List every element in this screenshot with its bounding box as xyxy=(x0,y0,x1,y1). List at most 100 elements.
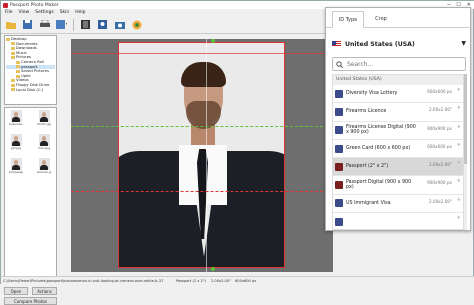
folder-icon xyxy=(11,46,15,50)
eye-guide-line[interactable] xyxy=(71,126,333,127)
document-type-item[interactable]: Diversity Visa Lottery 600x600 px ★ xyxy=(333,85,463,104)
photo-sheet-icon[interactable] xyxy=(97,19,108,30)
favorite-star-icon[interactable]: ★ xyxy=(457,215,461,221)
document-name: Diversity Visa Lottery xyxy=(346,90,398,96)
thumbnail-image xyxy=(38,134,50,146)
document-size: 600x600 px xyxy=(427,143,452,149)
thumbnail-caption: business.jpg xyxy=(9,122,23,126)
photo-thumbnail[interactable]: man.jpg xyxy=(37,134,51,154)
search-input[interactable] xyxy=(347,60,457,68)
menu-item-skin[interactable]: Skin xyxy=(60,10,70,15)
menu-item-settings[interactable]: Settings xyxy=(35,10,53,15)
scrollbar-thumb[interactable] xyxy=(464,74,467,164)
center-guide-line xyxy=(206,39,207,272)
document-size: 900x900 px xyxy=(427,125,452,131)
bottom-guide-handle[interactable] xyxy=(211,267,215,271)
minimize-icon[interactable]: ─ xyxy=(447,2,450,8)
close-icon[interactable]: ✕ xyxy=(467,2,471,8)
list-scrollbar[interactable] xyxy=(464,74,467,230)
plane-icon xyxy=(335,199,343,208)
document-type-item[interactable]: Firearms Licence 2.00x2.00" ★ xyxy=(333,103,463,122)
photo-thumbnail[interactable]: girl.jpg xyxy=(9,134,23,154)
window-title: Passport Photo Maker xyxy=(10,2,59,8)
favorite-star-icon[interactable]: ★ xyxy=(457,160,461,166)
search-icon xyxy=(336,60,343,68)
photo-thumbnail[interactable]: kid-passport.jpg xyxy=(9,158,23,178)
favorite-star-icon[interactable]: ★ xyxy=(457,142,461,148)
folder-icon xyxy=(16,65,20,69)
chin-guide-line[interactable] xyxy=(71,191,333,192)
favorite-star-icon[interactable]: ★ xyxy=(457,87,461,93)
passport-icon xyxy=(335,162,343,171)
menu-item-file[interactable]: File xyxy=(5,10,13,15)
document-size: 2.00x2.00" xyxy=(428,162,452,168)
top-guide-handle[interactable] xyxy=(211,39,215,43)
crown-guide-line[interactable] xyxy=(71,53,333,54)
folder-icon xyxy=(16,60,20,64)
group-header: United States (USA) xyxy=(333,75,463,85)
document-size: 900x900 px xyxy=(427,180,452,186)
menu-item-help[interactable]: Help xyxy=(75,10,85,15)
hair xyxy=(181,62,226,87)
country-select[interactable]: United States (USA) ▼ xyxy=(332,34,466,54)
thumbnail-image xyxy=(38,158,50,170)
country-label: United States (USA) xyxy=(345,40,415,48)
toolbar-divider xyxy=(73,18,74,31)
id-card-icon xyxy=(335,144,343,153)
favorite-star-icon[interactable]: ★ xyxy=(457,105,461,111)
tree-item[interactable]: Local Disk (C:) xyxy=(6,87,55,93)
photo-thumbnail[interactable]: business.jpg xyxy=(9,110,23,130)
document-type-item[interactable]: Green Card (600 x 600 px) 600x600 px ★ xyxy=(333,140,463,159)
thumbnail-image xyxy=(10,110,22,122)
id-card-icon xyxy=(335,107,343,116)
tab-id-type[interactable]: ID Type xyxy=(332,11,364,28)
document-size: 2.00x2.00" xyxy=(428,107,452,113)
document-name: Passport Digital (900 x 900 px) xyxy=(346,179,412,191)
folder-tree[interactable]: Desktop Documents Downloads Music Pictures Ca… xyxy=(4,35,57,105)
thumbnail-caption: girl.jpg xyxy=(10,146,22,150)
document-name: Green Card (600 x 600 px) xyxy=(346,145,411,151)
passport-icon xyxy=(335,181,343,190)
photo-thumbnail[interactable]: woman.jpg xyxy=(37,158,51,178)
save-icon[interactable] xyxy=(22,19,33,30)
thumbnail-caption: dmitri.jpg xyxy=(37,122,51,126)
thumbnail-grid: business.jpg dmitri.jpg girl.jpg man.jpg kid… xyxy=(4,107,57,285)
id-card-icon xyxy=(335,126,343,135)
thumbnail-image xyxy=(10,134,22,146)
document-type-item[interactable]: Firearms License Digital (900 x 900 px) 9… xyxy=(333,122,463,140)
open-folder-icon[interactable] xyxy=(5,19,16,30)
search-box[interactable] xyxy=(332,57,466,71)
document-type-item[interactable]: ★ xyxy=(333,213,463,229)
document-type-item[interactable]: Passport Digital (900 x 900 px) 900x900 p… xyxy=(333,176,463,195)
camera-icon[interactable] xyxy=(114,19,125,30)
photo-thumbnail[interactable]: dmitri.jpg xyxy=(37,110,51,130)
plane-icon xyxy=(335,217,343,226)
document-type-item[interactable]: Passport (2" x 2") 2.00x2.00" ★ xyxy=(333,158,463,177)
document-type-item[interactable]: US Immigrant Visa 2.00x2.00" ★ xyxy=(333,195,463,214)
print-icon[interactable] xyxy=(39,19,50,30)
open-button[interactable]: Open xyxy=(4,287,28,295)
folder-icon xyxy=(11,51,15,55)
globe-icon[interactable] xyxy=(131,19,142,30)
left-panel: Desktop Documents Downloads Music Pictures Ca… xyxy=(4,35,57,305)
document-size: 600x600 px xyxy=(427,89,452,94)
favorite-star-icon[interactable]: ★ xyxy=(457,197,461,203)
layout-grid-icon[interactable] xyxy=(56,19,67,30)
thumbnail-image xyxy=(38,110,50,122)
tab-crop[interactable]: Crop xyxy=(366,11,396,28)
menu-item-view[interactable]: View xyxy=(19,10,30,15)
folder-icon xyxy=(6,37,10,41)
id-type-panel: ID Type Crop United States (USA) ▼ Unite… xyxy=(325,7,472,231)
menu-bar: File View Settings Skin Help xyxy=(1,9,331,16)
folder-icon xyxy=(11,56,15,60)
compare-photos-button[interactable]: Compare Photos xyxy=(4,297,57,305)
document-size: 2.00x2.00" xyxy=(428,198,452,204)
favorite-star-icon[interactable]: ★ xyxy=(457,178,461,184)
document-list: United States (USA) Diversity Visa Lotte… xyxy=(332,74,464,230)
favorite-star-icon[interactable]: ★ xyxy=(457,124,461,130)
actions-button[interactable]: Actions xyxy=(32,287,57,295)
beard xyxy=(186,101,221,129)
maximize-icon[interactable]: ☐ xyxy=(456,2,460,8)
photo-canvas[interactable] xyxy=(71,39,333,272)
book-icon[interactable] xyxy=(80,19,91,30)
